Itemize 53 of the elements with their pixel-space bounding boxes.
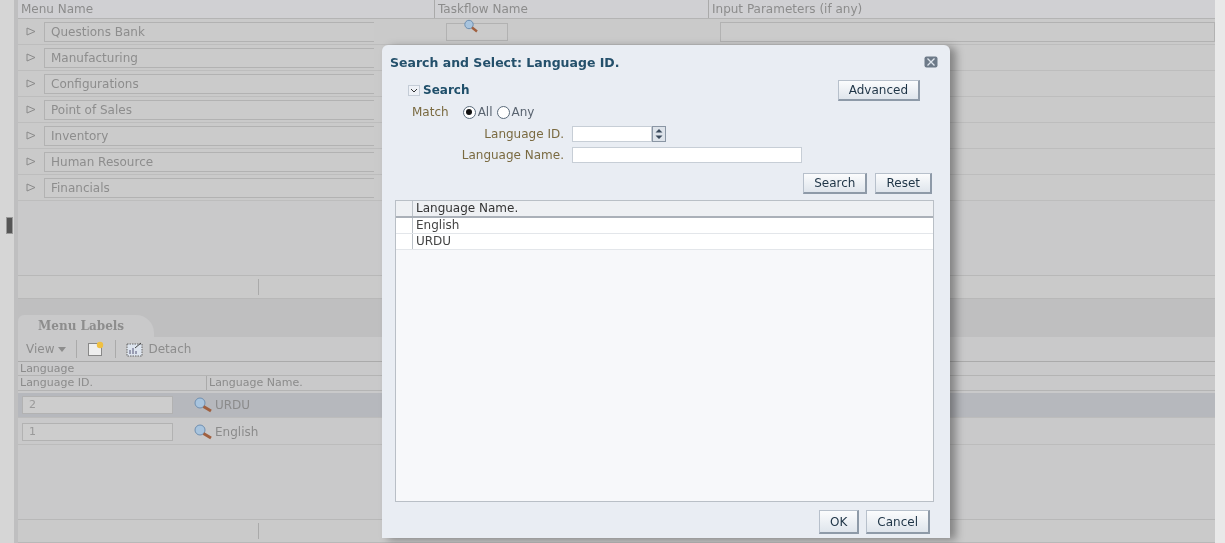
chart-icon <box>126 341 145 357</box>
menu-name-field[interactable]: Human Resource <box>44 151 374 172</box>
menu-name-field[interactable]: Questions Bank <box>44 21 374 42</box>
column-header: Taskflow Name <box>434 0 708 18</box>
radio-button[interactable] <box>496 105 510 119</box>
dialog-button[interactable]: OK <box>819 510 860 534</box>
menu-name-field[interactable]: Manufacturing <box>44 47 374 68</box>
expand-icon[interactable] <box>26 157 36 166</box>
spinner-icon[interactable] <box>652 125 666 142</box>
field-label: Language Name. <box>460 147 565 162</box>
menu-name-field[interactable]: Financials <box>44 177 374 198</box>
close-icon[interactable] <box>924 56 938 68</box>
collapse-icon[interactable] <box>408 84 420 96</box>
menu-name-field[interactable]: Inventory <box>44 125 374 146</box>
radio-label: All <box>477 105 493 119</box>
action-button[interactable]: Reset <box>875 173 932 194</box>
section-title: Search <box>423 83 470 97</box>
dialog-button[interactable]: Cancel <box>866 510 930 534</box>
column-header: Language ID. <box>19 376 94 390</box>
text-field[interactable] <box>572 146 802 163</box>
input-parameters-field[interactable] <box>720 21 1215 42</box>
radio-label: Any <box>511 105 535 119</box>
column-header: Input Parameters (if any) <box>708 0 1215 18</box>
menu-name-field[interactable]: Point of Sales <box>44 99 374 120</box>
action-button[interactable]: Search <box>803 173 868 194</box>
expand-icon[interactable] <box>26 131 36 140</box>
expand-icon[interactable] <box>26 105 36 114</box>
advanced-button[interactable]: Advanced <box>837 79 920 101</box>
expand-icon[interactable] <box>26 79 36 88</box>
field-label: Language ID. <box>483 126 565 141</box>
expand-icon[interactable] <box>26 183 36 192</box>
table-cell[interactable]: URDU <box>413 234 452 249</box>
search-icon[interactable] <box>463 19 479 33</box>
search-icon[interactable] <box>193 424 213 440</box>
number-field[interactable] <box>572 125 652 142</box>
search-icon[interactable] <box>193 397 213 413</box>
new-record-icon[interactable] <box>87 341 106 357</box>
field-label: Match <box>412 105 449 119</box>
expand-icon[interactable] <box>26 27 36 36</box>
column-header: Language Name. <box>415 201 519 216</box>
caret-icon <box>58 346 67 352</box>
dialog-title: Search and Select: Language ID. <box>390 54 621 70</box>
view-menu[interactable]: View <box>26 342 67 356</box>
table-cell[interactable]: English <box>413 218 460 233</box>
expand-icon[interactable] <box>26 53 36 62</box>
radio-button[interactable] <box>462 105 476 119</box>
collapse-handle[interactable] <box>6 217 13 234</box>
detach-button[interactable]: Detach <box>126 341 192 357</box>
table-cell-text: English <box>214 425 259 439</box>
panel-tab[interactable]: Menu Labels <box>18 315 155 337</box>
taskflow-field[interactable] <box>446 22 508 41</box>
column-header: Menu Name <box>20 1 95 18</box>
menu-name-field[interactable]: Configurations <box>44 73 374 94</box>
